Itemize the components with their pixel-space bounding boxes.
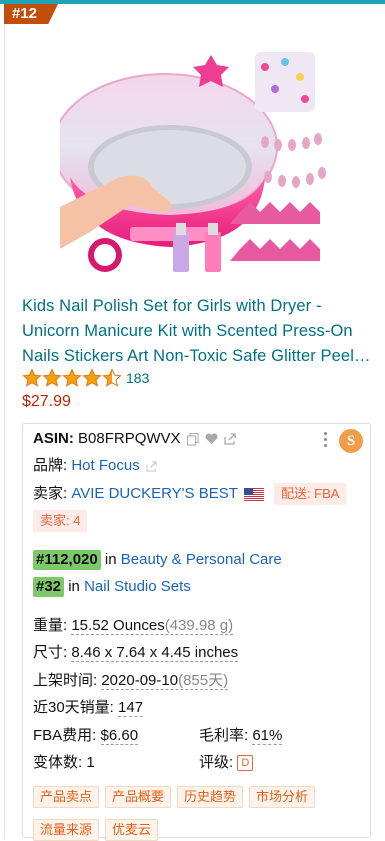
fba-fee-value: $6.60 xyxy=(100,727,139,745)
size-row: 尺寸: 8.46 x 7.64 x 4.45 inches xyxy=(33,642,239,664)
us-flag-icon xyxy=(243,487,264,501)
fba-fee-row: FBA费用: $6.60 xyxy=(33,725,139,747)
size-value: 8.46 x 7.64 x 4.45 inches xyxy=(71,644,239,662)
rating-count[interactable]: 183 xyxy=(126,370,149,386)
seller-count-tag[interactable]: 卖家: 4 xyxy=(33,510,88,532)
favorite-heart-icon[interactable] xyxy=(205,433,218,445)
product-overview-button[interactable]: 产品概要 xyxy=(105,786,172,808)
margin-label: 毛利率: xyxy=(199,727,249,744)
seller-label: 卖家: xyxy=(33,485,68,502)
seller-count-row: 卖家: 4 xyxy=(33,510,88,532)
brand-link[interactable]: Hot Focus xyxy=(71,457,139,474)
rank-in-text: in xyxy=(68,578,80,595)
variants-value: 1 xyxy=(86,754,95,771)
star-icon xyxy=(82,368,102,387)
weight-row: 重量: 15.52 Ounces(439.98 g) xyxy=(33,615,234,637)
grade-row: 评级: D xyxy=(199,752,254,774)
margin-value: 61% xyxy=(252,727,283,745)
grade-label: 评级: xyxy=(199,754,234,771)
rank-row-secondary: #32 in Nail Studio Sets xyxy=(33,576,191,598)
sales-value: 147 xyxy=(118,699,144,717)
product-details-panel: S ASIN: B08FRPQWVX 品牌: Hot Focus 卖家: AVI… xyxy=(22,423,371,841)
launch-date-value: 2020-09-10(855天) xyxy=(101,672,229,690)
market-analysis-button[interactable]: 市场分析 xyxy=(249,786,316,808)
rank-number-secondary: #32 xyxy=(33,577,65,597)
product-image-graphic xyxy=(60,52,326,272)
weight-label: 重量: xyxy=(33,617,68,634)
variants-label: 变体数: xyxy=(33,754,83,771)
asin-row: ASIN: B08FRPQWVX xyxy=(33,428,237,450)
copy-icon[interactable] xyxy=(186,432,199,446)
rank-in-text: in xyxy=(104,551,117,568)
asin-label: ASIN: xyxy=(33,430,74,447)
sales-label: 近30天销量: xyxy=(33,699,114,716)
star-icon xyxy=(62,368,82,387)
youmaiyun-button[interactable]: 优麦云 xyxy=(105,819,159,841)
rank-category-primary[interactable]: Beauty & Personal Care xyxy=(121,551,282,568)
launch-date-row: 上架时间: 2020-09-10(855天) xyxy=(33,670,229,692)
grade-badge: D xyxy=(237,755,254,772)
brand-label: 品牌: xyxy=(33,457,68,474)
plugin-logo-icon[interactable]: S xyxy=(339,429,363,453)
asin-value: B08FRPQWVX xyxy=(78,430,181,447)
weight-value: 15.52 Ounces(439.98 g) xyxy=(71,617,234,635)
fulfillment-tag: 配送: FBA xyxy=(273,483,347,505)
selling-points-button[interactable]: 产品卖点 xyxy=(33,786,100,808)
size-label: 尺寸: xyxy=(33,644,68,661)
fba-fee-label: FBA费用: xyxy=(33,727,97,744)
action-buttons-row-2: 流量来源 优麦云 xyxy=(33,819,159,841)
seller-link[interactable]: AVIE DUCKERY'S BEST xyxy=(71,485,237,502)
external-link-icon[interactable] xyxy=(146,460,158,472)
sales-row: 近30天销量: 147 xyxy=(33,697,144,719)
variants-row: 变体数: 1 xyxy=(33,752,95,774)
star-icon xyxy=(42,368,62,387)
more-options-icon[interactable] xyxy=(324,432,328,448)
rank-category-secondary[interactable]: Nail Studio Sets xyxy=(84,578,191,595)
brand-row: 品牌: Hot Focus xyxy=(33,455,158,477)
margin-row: 毛利率: 61% xyxy=(199,725,283,747)
rank-number-primary: #112,020 xyxy=(33,550,101,570)
star-icon xyxy=(22,368,42,387)
launch-date-label: 上架时间: xyxy=(33,672,98,689)
product-title[interactable]: Kids Nail Polish Set for Girls with Drye… xyxy=(22,294,380,369)
history-trend-button[interactable]: 历史趋势 xyxy=(177,786,244,808)
share-icon[interactable] xyxy=(224,433,237,445)
rating-stars[interactable] xyxy=(22,368,122,388)
seller-row: 卖家: AVIE DUCKERY'S BEST 配送: FBA xyxy=(33,483,347,505)
rating-row: 183 xyxy=(22,368,149,388)
product-image[interactable] xyxy=(60,27,374,293)
product-price: $27.99 xyxy=(22,393,71,410)
rank-row-primary: #112,020 in Beauty & Personal Care xyxy=(33,549,282,571)
traffic-source-button[interactable]: 流量来源 xyxy=(33,819,100,841)
star-icon xyxy=(102,368,122,387)
action-buttons-row-1: 产品卖点 产品概要 历史趋势 市场分析 xyxy=(33,786,316,808)
